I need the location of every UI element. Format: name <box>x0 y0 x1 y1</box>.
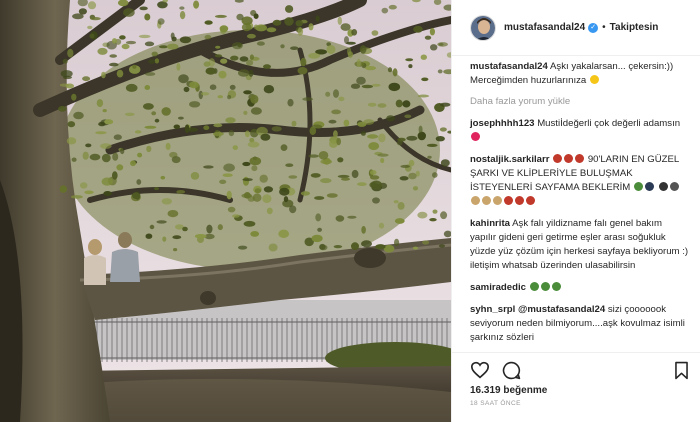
caption-username[interactable]: mustafasandal24 <box>470 61 548 72</box>
headphones-emoji-icon <box>658 182 668 191</box>
comment-text: Mustiİdeğerli çok değerli adamsın <box>537 118 681 129</box>
heart-emoji-icon <box>471 132 480 141</box>
comment-username[interactable]: nostaljik.sarkilarr <box>470 154 549 165</box>
red-emoji-icon <box>504 196 513 205</box>
person-emoji-icon <box>633 182 643 191</box>
post-sidebar: mustafasandal24 ✓ • Takiptesin mustafasa… <box>451 0 700 422</box>
computer-emoji-icon <box>644 182 654 191</box>
header-separator: • <box>602 22 606 33</box>
comment-username[interactable]: samiradedic <box>470 282 526 293</box>
red-emoji-icon <box>515 196 524 205</box>
action-icons <box>470 359 689 381</box>
comment-item: syhn_srpl @mustafasandal24 sizi çooooook… <box>470 303 689 345</box>
heart-icon[interactable] <box>470 361 490 379</box>
sunglasses-emoji-icon <box>551 282 561 291</box>
post-header: mustafasandal24 ✓ • Takiptesin <box>452 0 700 56</box>
verified-badge-icon: ✓ <box>588 22 599 33</box>
comment-item: josephhhh123 Mustiİdeğerli çok değerli a… <box>470 117 689 145</box>
comment-username[interactable]: josephhhh123 <box>470 118 535 129</box>
red-emoji-icon <box>564 154 574 163</box>
comment-item: kahinrita Aşk falı yildizname falı genel… <box>470 217 689 273</box>
post-actions: 16.319 beğenme 18 SAAT ÖNCE <box>452 352 700 407</box>
comment-item: samiradedic <box>470 281 689 295</box>
header-username[interactable]: mustafasandal24 <box>504 22 585 33</box>
caption: mustafasandal24 Aşkı yakalarsan... çeker… <box>470 60 689 88</box>
red-emoji-icon <box>553 154 563 163</box>
smiley-emoji-icon <box>589 75 599 84</box>
emoji-icon <box>669 182 679 191</box>
comment-item: nostaljik.sarkilarr 90'LARIN EN GÜZEL ŞA… <box>470 153 689 209</box>
bookmark-icon[interactable] <box>674 361 689 380</box>
sunglasses-emoji-icon <box>540 282 550 291</box>
instagram-post: mustafasandal24 ✓ • Takiptesin mustafasa… <box>0 0 700 422</box>
comment-username[interactable]: kahinrita <box>470 218 510 229</box>
emoji-icon <box>471 196 480 205</box>
comment-mention-link[interactable]: @mustafasandal24 <box>518 304 605 315</box>
avatar[interactable] <box>470 14 496 41</box>
emoji-icon <box>493 196 502 205</box>
comment-username[interactable]: syhn_srpl <box>470 304 515 315</box>
emoji-icon <box>482 196 491 205</box>
post-timestamp: 18 SAAT ÖNCE <box>470 400 521 407</box>
post-photo[interactable] <box>0 0 451 422</box>
comment-icon[interactable] <box>502 361 521 380</box>
sunglasses-emoji-icon <box>529 282 539 291</box>
load-more-comments-button[interactable]: Daha fazla yorum yükle <box>470 96 689 107</box>
red-emoji-icon <box>526 196 535 205</box>
tree-photo-image <box>0 0 451 422</box>
comments-list: mustafasandal24 Aşkı yakalarsan... çeker… <box>452 60 700 352</box>
like-count[interactable]: 16.319 beğenme <box>470 385 689 396</box>
following-button[interactable]: Takiptesin <box>610 22 659 33</box>
red-emoji-icon <box>575 154 585 163</box>
